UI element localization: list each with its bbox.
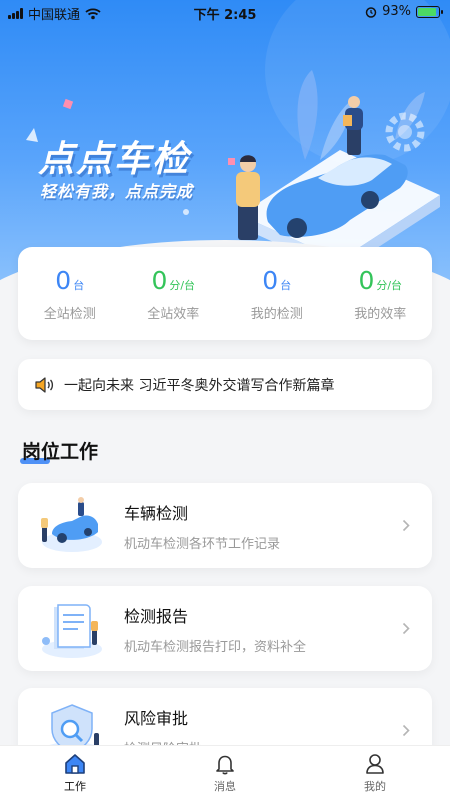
home-icon: [65, 754, 85, 774]
alarm-icon: [365, 6, 377, 18]
stat-station-efficiency: 0 分/台 全站效率: [122, 247, 226, 340]
work-item-title: 风险审批: [124, 708, 189, 728]
report-illustration: [42, 603, 102, 658]
work-item-desc: 机动车检测报告打印，资料补全: [124, 639, 307, 655]
chevron-right-icon: [402, 724, 410, 737]
work-item-title: 车辆检测: [124, 503, 189, 523]
stat-unit: 台: [73, 279, 85, 292]
tab-work[interactable]: 工作: [0, 746, 150, 800]
work-item-desc: 机动车检测各环节工作记录: [124, 536, 281, 552]
tab-label: 工作: [64, 780, 86, 793]
tab-mine[interactable]: 我的: [300, 746, 450, 800]
stat-label: 我的检测: [250, 307, 303, 322]
stat-value: 0: [151, 266, 168, 295]
stat-my-efficiency: 0 分/台 我的效率: [329, 247, 433, 340]
work-item-inspection-report[interactable]: 检测报告 机动车检测报告打印，资料补全: [18, 586, 432, 671]
stat-unit: 分/台: [169, 279, 196, 292]
stat-unit: 台: [280, 279, 292, 292]
section-title: 岗位工作: [22, 441, 99, 463]
bell-icon: [216, 755, 234, 775]
tab-label: 我的: [364, 780, 386, 793]
speaker-icon: [35, 376, 54, 393]
status-bar: 中国联通 下午 2:45 93%: [0, 0, 450, 24]
stat-value: 0: [358, 266, 375, 295]
brand-slogan: 轻松有我，点点完成: [40, 182, 194, 201]
work-item-vehicle-inspection[interactable]: 车辆检测 机动车检测各环节工作记录: [18, 483, 432, 568]
stat-label: 全站效率: [147, 307, 200, 322]
car-inspection-illustration: [41, 496, 102, 552]
brand-title: 点点车检: [38, 138, 191, 180]
notice-text: 一起向未来 习近平冬奥外交谱写合作新篇章: [64, 377, 335, 394]
user-icon: [366, 754, 384, 774]
battery-icon: [416, 5, 443, 18]
stats-card: 0台 全站检测 0 分/台 全站效率 0台 我的检测 0 分/台 我的效率: [18, 247, 432, 340]
stat-value: 0: [55, 266, 72, 295]
chevron-right-icon: [402, 519, 410, 532]
tab-messages[interactable]: 消息: [150, 746, 300, 800]
news-notice[interactable]: 一起向未来 习近平冬奥外交谱写合作新篇章: [18, 359, 432, 410]
stat-station-inspections: 0台 全站检测: [18, 247, 122, 340]
stat-label: 我的效率: [354, 307, 407, 322]
tab-label: 消息: [214, 780, 236, 793]
stat-label: 全站检测: [43, 307, 96, 322]
work-item-title: 检测报告: [124, 606, 189, 626]
stat-unit: 分/台: [376, 279, 403, 292]
bottom-tab-bar: 工作 消息 我的: [0, 745, 450, 800]
stat-value: 0: [262, 266, 279, 295]
stat-my-inspections: 0台 我的检测: [225, 247, 329, 340]
battery-percent: 93%: [382, 4, 411, 19]
chevron-right-icon: [402, 622, 410, 635]
